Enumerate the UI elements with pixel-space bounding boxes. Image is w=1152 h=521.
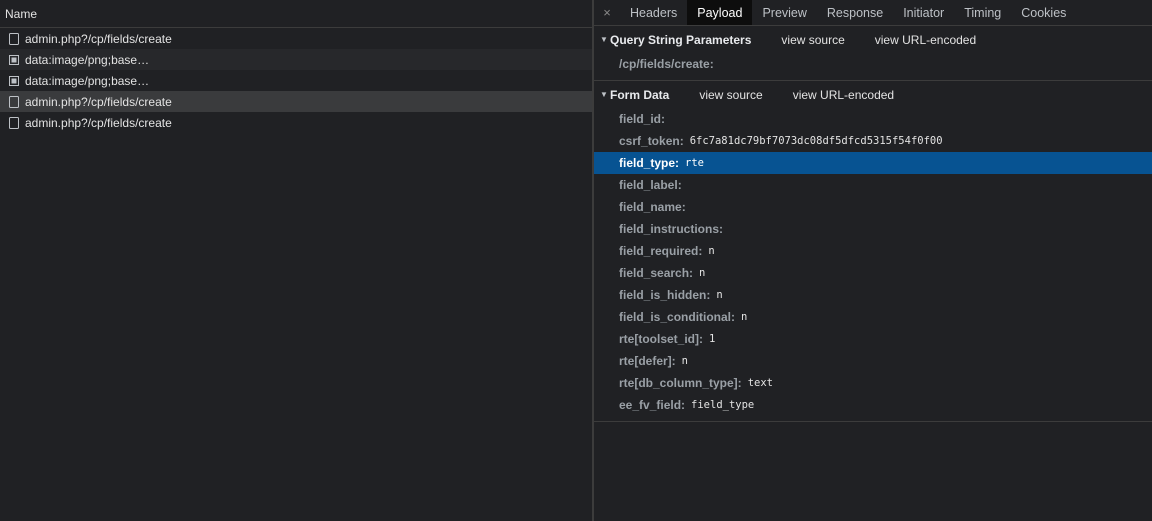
param-row[interactable]: field_required: n: [594, 240, 1152, 262]
name-column-header[interactable]: Name: [0, 0, 592, 28]
param-key: rte[toolset_id]:: [619, 332, 703, 346]
query-params-list: /cp/fields/create:: [594, 53, 1152, 75]
param-value: n: [681, 355, 688, 367]
close-icon[interactable]: ×: [594, 0, 620, 25]
request-row[interactable]: admin.php?/cp/fields/create: [0, 28, 592, 49]
section-title: Form Data: [610, 87, 670, 102]
document-icon: [9, 95, 19, 108]
param-value: n: [699, 267, 706, 279]
param-key: field_required:: [619, 244, 703, 258]
param-row[interactable]: field_name:: [594, 196, 1152, 218]
tab-response[interactable]: Response: [817, 0, 893, 25]
param-value: n: [708, 245, 715, 257]
param-value: text: [747, 377, 773, 389]
details-panel: × Headers Payload Preview Response Initiator…: [594, 0, 1152, 521]
image-icon: [9, 75, 19, 87]
request-name: data:image/png;base…: [25, 73, 150, 88]
request-row[interactable]: data:image/png;base…: [0, 70, 592, 91]
param-row[interactable]: field_label:: [594, 174, 1152, 196]
tab-payload[interactable]: Payload: [687, 0, 753, 25]
param-row[interactable]: ee_fv_field: field_type: [594, 394, 1152, 416]
param-row[interactable]: field_is_conditional: n: [594, 306, 1152, 328]
tab-cookies[interactable]: Cookies: [1011, 0, 1076, 25]
param-value: rte: [685, 157, 704, 169]
query-string-section-header[interactable]: ▼ Query String Parameters view source vi…: [594, 26, 1152, 53]
request-name: admin.php?/cp/fields/create: [25, 94, 172, 109]
section-divider: [594, 421, 1152, 422]
param-key: field_search:: [619, 266, 694, 280]
request-rows: admin.php?/cp/fields/create data:image/pn…: [0, 28, 592, 133]
tab-preview[interactable]: Preview: [752, 0, 816, 25]
param-row[interactable]: rte[toolset_id]: 1: [594, 328, 1152, 350]
view-url-encoded-link[interactable]: view URL-encoded: [875, 33, 976, 47]
param-row[interactable]: csrf_token: 6fc7a81dc79bf7073dc08df5dfcd5…: [594, 130, 1152, 152]
request-row[interactable]: admin.php?/cp/fields/create: [0, 91, 592, 112]
request-list-panel: Name admin.php?/cp/fields/create data:ima…: [0, 0, 592, 521]
form-data-list: field_id: csrf_token: 6fc7a81dc79bf7073dc0…: [594, 108, 1152, 416]
param-key: field_is_conditional:: [619, 310, 736, 324]
param-value: field_type: [691, 399, 755, 411]
param-row[interactable]: field_instructions:: [594, 218, 1152, 240]
param-value: n: [741, 311, 748, 323]
param-key: field_type:: [619, 156, 680, 170]
param-key: ee_fv_field:: [619, 398, 686, 412]
request-name: admin.php?/cp/fields/create: [25, 31, 172, 46]
param-row[interactable]: rte[db_column_type]: text: [594, 372, 1152, 394]
request-row[interactable]: admin.php?/cp/fields/create: [0, 112, 592, 133]
view-source-link[interactable]: view source: [781, 33, 844, 47]
collapse-triangle-icon[interactable]: ▼: [600, 35, 610, 44]
request-row[interactable]: data:image/png;base…: [0, 49, 592, 70]
tab-timing[interactable]: Timing: [954, 0, 1011, 25]
param-value: 1: [709, 333, 716, 345]
form-data-section-header[interactable]: ▼ Form Data view source view URL-encoded: [594, 81, 1152, 108]
tab-headers[interactable]: Headers: [620, 0, 687, 25]
param-key: field_id:: [619, 112, 666, 126]
param-value: n: [716, 289, 723, 301]
param-row[interactable]: field_type: rte: [594, 152, 1152, 174]
collapse-triangle-icon[interactable]: ▼: [600, 90, 610, 99]
view-source-link[interactable]: view source: [699, 88, 762, 102]
param-key: field_is_hidden:: [619, 288, 711, 302]
details-tabbar: × Headers Payload Preview Response Initiator…: [594, 0, 1152, 26]
request-name: data:image/png;base…: [25, 52, 150, 67]
param-row[interactable]: rte[defer]: n: [594, 350, 1152, 372]
image-icon: [9, 54, 19, 66]
param-row[interactable]: field_search: n: [594, 262, 1152, 284]
param-value: 6fc7a81dc79bf7073dc08df5dfcd5315f54f0f00: [689, 135, 943, 147]
param-key: rte[defer]:: [619, 354, 676, 368]
document-icon: [9, 32, 19, 45]
param-key: field_name:: [619, 200, 686, 214]
tab-initiator[interactable]: Initiator: [893, 0, 954, 25]
param-key: csrf_token:: [619, 134, 684, 148]
document-icon: [9, 116, 19, 129]
view-url-encoded-link[interactable]: view URL-encoded: [793, 88, 894, 102]
param-key: field_instructions:: [619, 222, 724, 236]
request-name: admin.php?/cp/fields/create: [25, 115, 172, 130]
param-key: /cp/fields/create:: [619, 57, 714, 71]
param-row[interactable]: field_id:: [594, 108, 1152, 130]
param-key: field_label:: [619, 178, 682, 192]
param-row[interactable]: /cp/fields/create:: [594, 53, 1152, 75]
section-title: Query String Parameters: [610, 32, 752, 47]
param-row[interactable]: field_is_hidden: n: [594, 284, 1152, 306]
param-key: rte[db_column_type]:: [619, 376, 742, 390]
